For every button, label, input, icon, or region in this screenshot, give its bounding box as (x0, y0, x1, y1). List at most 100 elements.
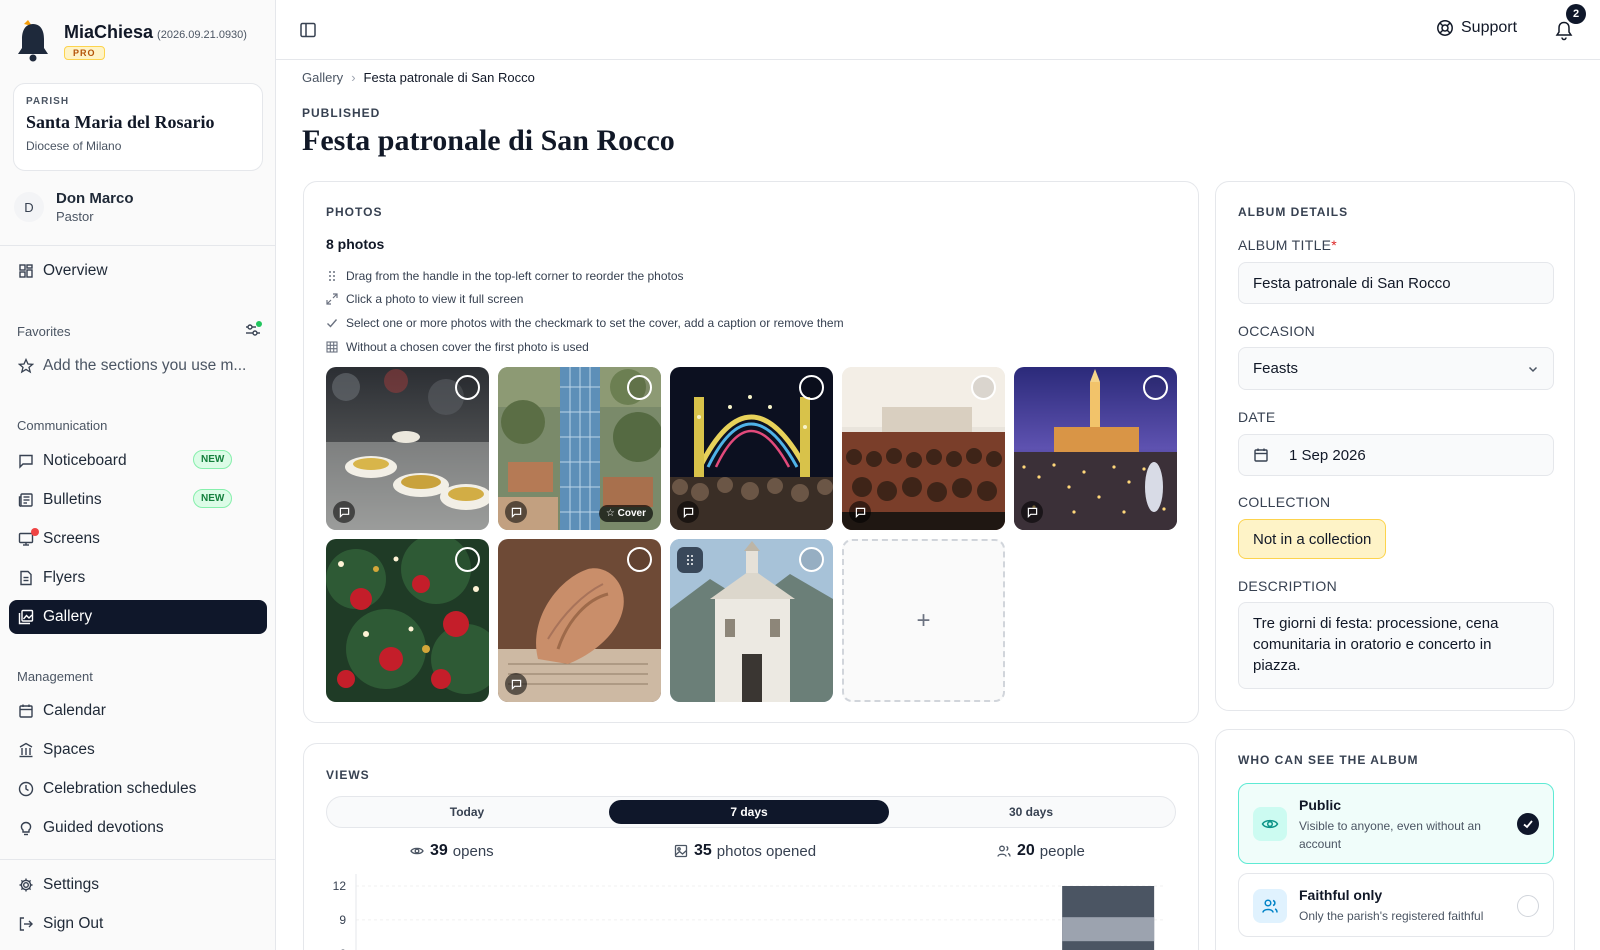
sidebar-item-celebration-schedules[interactable]: Celebration schedules (9, 772, 267, 806)
photos-card: PHOTOS 8 photos Drag from the handle in … (303, 181, 1199, 723)
sliders-icon[interactable] (244, 320, 262, 338)
caption-button[interactable] (505, 501, 527, 523)
photo-tile-6[interactable] (326, 539, 489, 702)
hint-reorder: Drag from the handle in the top-left cor… (326, 269, 684, 283)
photo-tile-7[interactable] (498, 539, 661, 702)
sidebar-item-sign-out[interactable]: Sign Out (9, 907, 267, 941)
stat-people: 20 people (997, 842, 1085, 860)
caption-button[interactable] (505, 673, 527, 695)
collection-label: COLLECTION (1238, 494, 1331, 510)
support-button[interactable]: Support (1436, 19, 1517, 37)
visibility-option-faithful[interactable]: Faithful only Only the parish's register… (1238, 873, 1554, 937)
users-icon (997, 845, 1011, 857)
select-checkbox[interactable] (1143, 375, 1168, 400)
app-version: (2026.09.21.0930) (157, 29, 247, 41)
sidebar-item-label: Noticeboard (43, 452, 127, 469)
tab-30-days[interactable]: 30 days (891, 800, 1171, 824)
users-icon (1253, 889, 1287, 923)
tab-7-days[interactable]: 7 days (609, 800, 889, 824)
photo-tile-2[interactable]: ☆ Cover (498, 367, 661, 530)
divider (0, 859, 275, 860)
tab-today[interactable]: Today (327, 800, 607, 824)
sidebar-item-flyers[interactable]: Flyers (9, 561, 267, 595)
brand[interactable]: MiaChiesa (2026.09.21.0930) PRO (16, 18, 247, 66)
sidebar-item-label: Overview (43, 262, 108, 279)
message-square-icon (19, 454, 33, 469)
photo-tile-3[interactable] (670, 367, 833, 530)
select-checkbox[interactable] (455, 547, 480, 572)
select-checkbox[interactable] (971, 375, 996, 400)
divider (0, 245, 275, 246)
photo-tile-5[interactable] (1014, 367, 1177, 530)
description-textarea[interactable]: Tre giorni di festa: processione, cena c… (1238, 602, 1554, 689)
sidebar-item-label: Celebration schedules (43, 780, 197, 797)
caption-button[interactable] (677, 501, 699, 523)
lightbulb-icon (20, 821, 32, 836)
album-title-input[interactable]: Festa patronale di San Rocco (1238, 262, 1554, 304)
add-photo-button[interactable]: + (842, 539, 1005, 702)
visibility-header: WHO CAN SEE THE ALBUM (1238, 753, 1419, 767)
required-mark: * (1331, 237, 1338, 253)
select-checkbox[interactable] (627, 375, 652, 400)
occasion-select[interactable]: Feasts (1238, 347, 1554, 390)
new-badge: NEW (193, 489, 233, 508)
grid-small-icon (326, 341, 338, 353)
sidebar-item-screens[interactable]: Screens (9, 522, 267, 556)
parish-card[interactable]: PARISH Santa Maria del Rosario Diocese o… (13, 83, 263, 171)
support-label: Support (1461, 19, 1518, 36)
sidebar-item-calendar[interactable]: Calendar (9, 694, 267, 728)
breadcrumb-gallery-link[interactable]: Gallery (302, 70, 343, 85)
user-profile[interactable]: D Don Marco Pastor (14, 190, 134, 224)
hint-cover: Without a chosen cover the first photo i… (326, 340, 589, 354)
calendar-icon (19, 704, 33, 718)
radio-unselected[interactable] (1517, 895, 1539, 917)
sidebar-item-guided-devotions[interactable]: Guided devotions (9, 811, 267, 845)
sidebar-item-label: Bulletins (43, 491, 102, 508)
parish-name: Santa Maria del Rosario (26, 112, 215, 132)
main-content: Support 2 Gallery › Festa patronale di S… (276, 0, 1600, 950)
photo-tile-8[interactable] (670, 539, 833, 702)
photos-opened-value: 35 (694, 842, 712, 859)
sidebar-item-overview[interactable]: Overview (9, 254, 267, 288)
favorites-add[interactable]: Add the sections you use m... (9, 349, 267, 383)
select-checkbox[interactable] (455, 375, 480, 400)
comment-icon (1027, 507, 1037, 518)
visibility-option-public[interactable]: Public Visible to anyone, even without a… (1238, 783, 1554, 864)
expand-icon (326, 293, 338, 305)
stat-opens: 39 opens (410, 842, 494, 860)
people-label: people (1039, 842, 1085, 860)
log-out-icon (19, 917, 33, 931)
select-checkbox[interactable] (799, 547, 824, 572)
chevron-down-icon (1528, 366, 1538, 372)
drag-handle[interactable] (677, 547, 703, 573)
sidebar-item-label: Calendar (43, 702, 106, 719)
caption-button[interactable] (849, 501, 871, 523)
hint-fullscreen: Click a photo to view it full screen (326, 292, 523, 306)
comment-icon (511, 679, 521, 690)
caption-button[interactable] (333, 501, 355, 523)
sidebar-item-gallery[interactable]: Gallery (9, 600, 267, 634)
radio-selected[interactable] (1517, 813, 1539, 835)
gear-icon (19, 878, 33, 892)
parish-tag: PARISH (26, 96, 70, 107)
comment-icon (683, 507, 693, 518)
parish-diocese: Diocese of Milano (26, 139, 122, 153)
photo-tile-1[interactable] (326, 367, 489, 530)
sidebar-item-settings[interactable]: Settings (9, 868, 267, 902)
caption-button[interactable] (1021, 501, 1043, 523)
sidebar-item-bulletins[interactable]: Bulletins NEW (9, 483, 267, 517)
sidebar-toggle-icon[interactable] (299, 21, 317, 39)
photo-tile-4[interactable] (842, 367, 1005, 530)
comment-icon (511, 507, 521, 518)
sidebar-item-spaces[interactable]: Spaces (9, 733, 267, 767)
bar-segment (1062, 917, 1155, 942)
select-checkbox[interactable] (799, 375, 824, 400)
date-picker[interactable]: 1 Sep 2026 (1238, 434, 1554, 476)
chevron-right-icon: › (351, 70, 356, 85)
favorites-placeholder: Add the sections you use m... (43, 357, 247, 374)
date-value: 1 Sep 2026 (1289, 446, 1366, 464)
collection-chip[interactable]: Not in a collection (1238, 519, 1387, 559)
sidebar-item-noticeboard[interactable]: Noticeboard NEW (9, 444, 267, 478)
select-checkbox[interactable] (627, 547, 652, 572)
album-details-header: ALBUM DETAILS (1238, 205, 1349, 219)
